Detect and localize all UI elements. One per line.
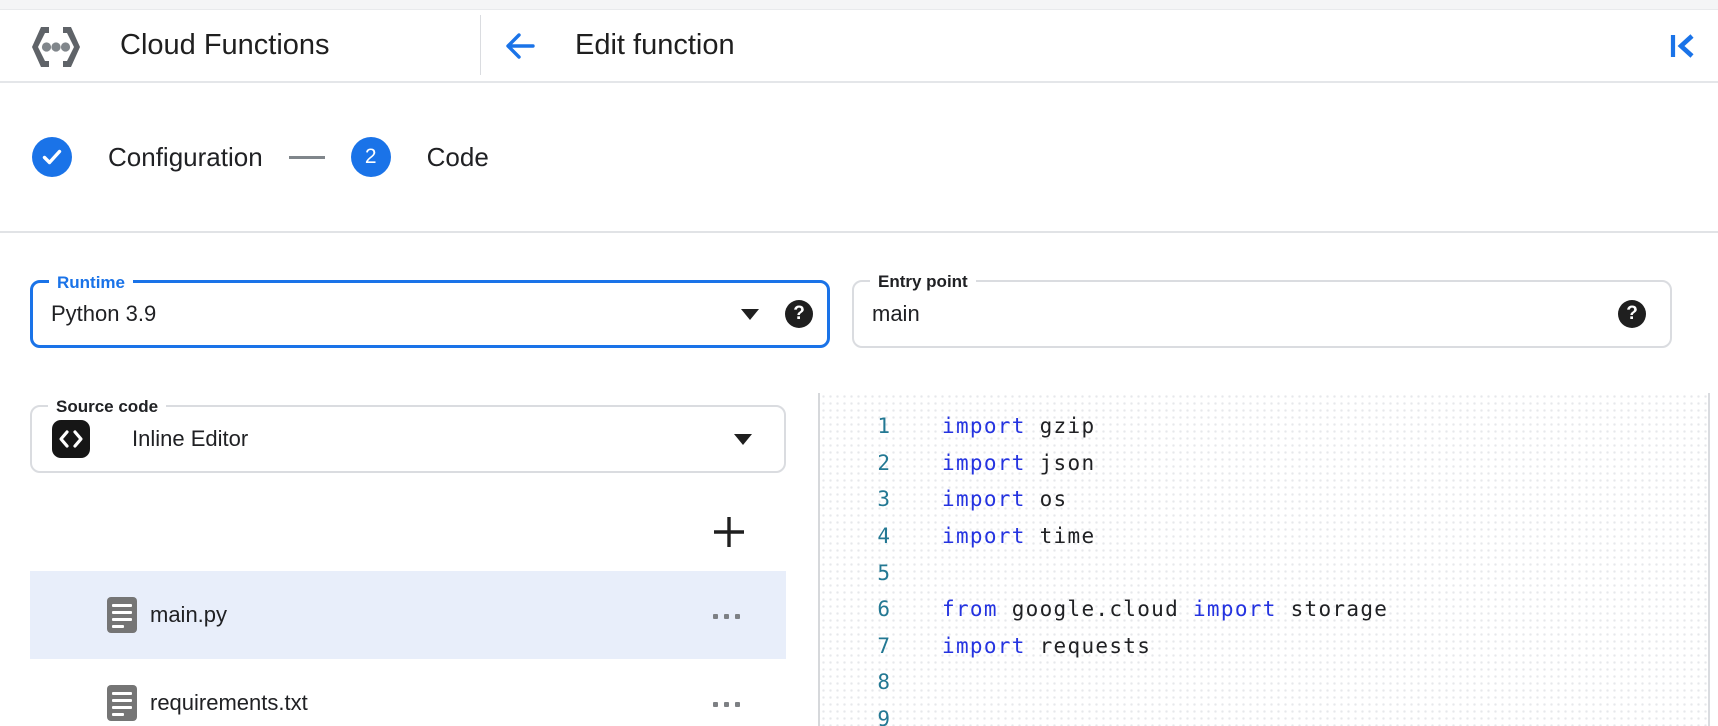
- file-name: main.py: [150, 602, 227, 628]
- line-number: 6: [820, 597, 890, 621]
- code-text: import os: [942, 487, 1068, 511]
- line-number: 2: [820, 451, 890, 475]
- file-menu-more-icon[interactable]: [706, 694, 746, 712]
- line-number: 3: [820, 487, 890, 511]
- code-brackets-icon: [58, 428, 84, 450]
- collapse-panel-icon[interactable]: [1664, 28, 1700, 64]
- file-row-requirements.txt[interactable]: requirements.txt: [30, 659, 786, 726]
- code-line[interactable]: 4 import time: [820, 518, 1708, 555]
- code-line[interactable]: 8: [820, 664, 1708, 701]
- step-label: Configuration: [108, 142, 263, 173]
- code-line[interactable]: 9: [820, 701, 1708, 726]
- code-lines: 1 import gzip 2 import json 3 import os 4 impor…: [820, 393, 1708, 726]
- dropdown-caret-icon: [741, 309, 759, 320]
- code-text: import requests: [942, 634, 1151, 658]
- line-number: 5: [820, 561, 890, 585]
- line-number: 8: [820, 670, 890, 694]
- plus-icon: [709, 512, 749, 552]
- file-row-main.py[interactable]: main.py: [30, 571, 786, 659]
- add-file-button[interactable]: [705, 508, 753, 556]
- entry-point-help-icon[interactable]: ?: [1618, 300, 1646, 328]
- file-document-icon: [107, 685, 137, 721]
- step-number-circle: 2: [351, 137, 391, 177]
- source-code-select[interactable]: Source code Inline Editor: [30, 405, 786, 473]
- runtime-help-icon[interactable]: ?: [785, 300, 813, 328]
- code-text: from google.cloud import storage: [942, 597, 1388, 621]
- step-connector: [289, 156, 325, 159]
- app-title: Cloud Functions: [120, 10, 330, 81]
- step-number: 2: [365, 145, 377, 169]
- entry-point-input[interactable]: Entry point main ?: [852, 280, 1672, 348]
- step-code[interactable]: 2 Code: [351, 137, 489, 177]
- code-line[interactable]: 5: [820, 554, 1708, 591]
- editor-scrollbar[interactable]: [1708, 393, 1718, 726]
- inline-editor-icon: [52, 420, 90, 458]
- header: Cloud Functions Edit function: [0, 10, 1718, 83]
- code-line[interactable]: 2 import json: [820, 445, 1708, 482]
- step-configuration[interactable]: Configuration: [32, 137, 263, 177]
- checkmark-icon: [41, 146, 63, 168]
- code-editor[interactable]: 1 import gzip 2 import json 3 import os 4 impor…: [818, 393, 1708, 726]
- back-arrow-icon[interactable]: [502, 28, 538, 64]
- dropdown-caret-icon: [734, 434, 752, 445]
- code-line[interactable]: 3 import os: [820, 481, 1708, 518]
- file-name: requirements.txt: [150, 690, 308, 716]
- cloud-functions-logo-icon: [28, 19, 84, 75]
- runtime-value: Python 3.9: [51, 283, 156, 345]
- line-number: 4: [820, 524, 890, 548]
- line-number: 7: [820, 634, 890, 658]
- header-divider: [480, 15, 481, 75]
- code-text: import time: [942, 524, 1095, 548]
- step-complete-circle: [32, 137, 72, 177]
- code-line[interactable]: 6 from google.cloud import storage: [820, 591, 1708, 628]
- runtime-select[interactable]: Runtime Python 3.9 ?: [30, 280, 830, 348]
- code-text: import gzip: [942, 414, 1095, 438]
- top-strip: [0, 0, 1718, 10]
- code-line[interactable]: 7 import requests: [820, 628, 1708, 665]
- code-text: import json: [942, 451, 1095, 475]
- stepper: Configuration 2 Code: [0, 83, 1718, 233]
- entry-point-value: main: [872, 282, 920, 346]
- source-code-value: Inline Editor: [132, 407, 248, 471]
- code-line[interactable]: 1 import gzip: [820, 408, 1708, 445]
- file-list: main.py requirements.txt: [30, 571, 786, 726]
- cloud-functions-edit-page: Cloud Functions Edit function Configurat…: [0, 0, 1718, 726]
- line-number: 1: [820, 414, 890, 438]
- page-title: Edit function: [575, 10, 735, 81]
- file-document-icon: [107, 597, 137, 633]
- line-number: 9: [820, 707, 890, 726]
- file-menu-more-icon[interactable]: [706, 606, 746, 624]
- step-label: Code: [427, 142, 489, 173]
